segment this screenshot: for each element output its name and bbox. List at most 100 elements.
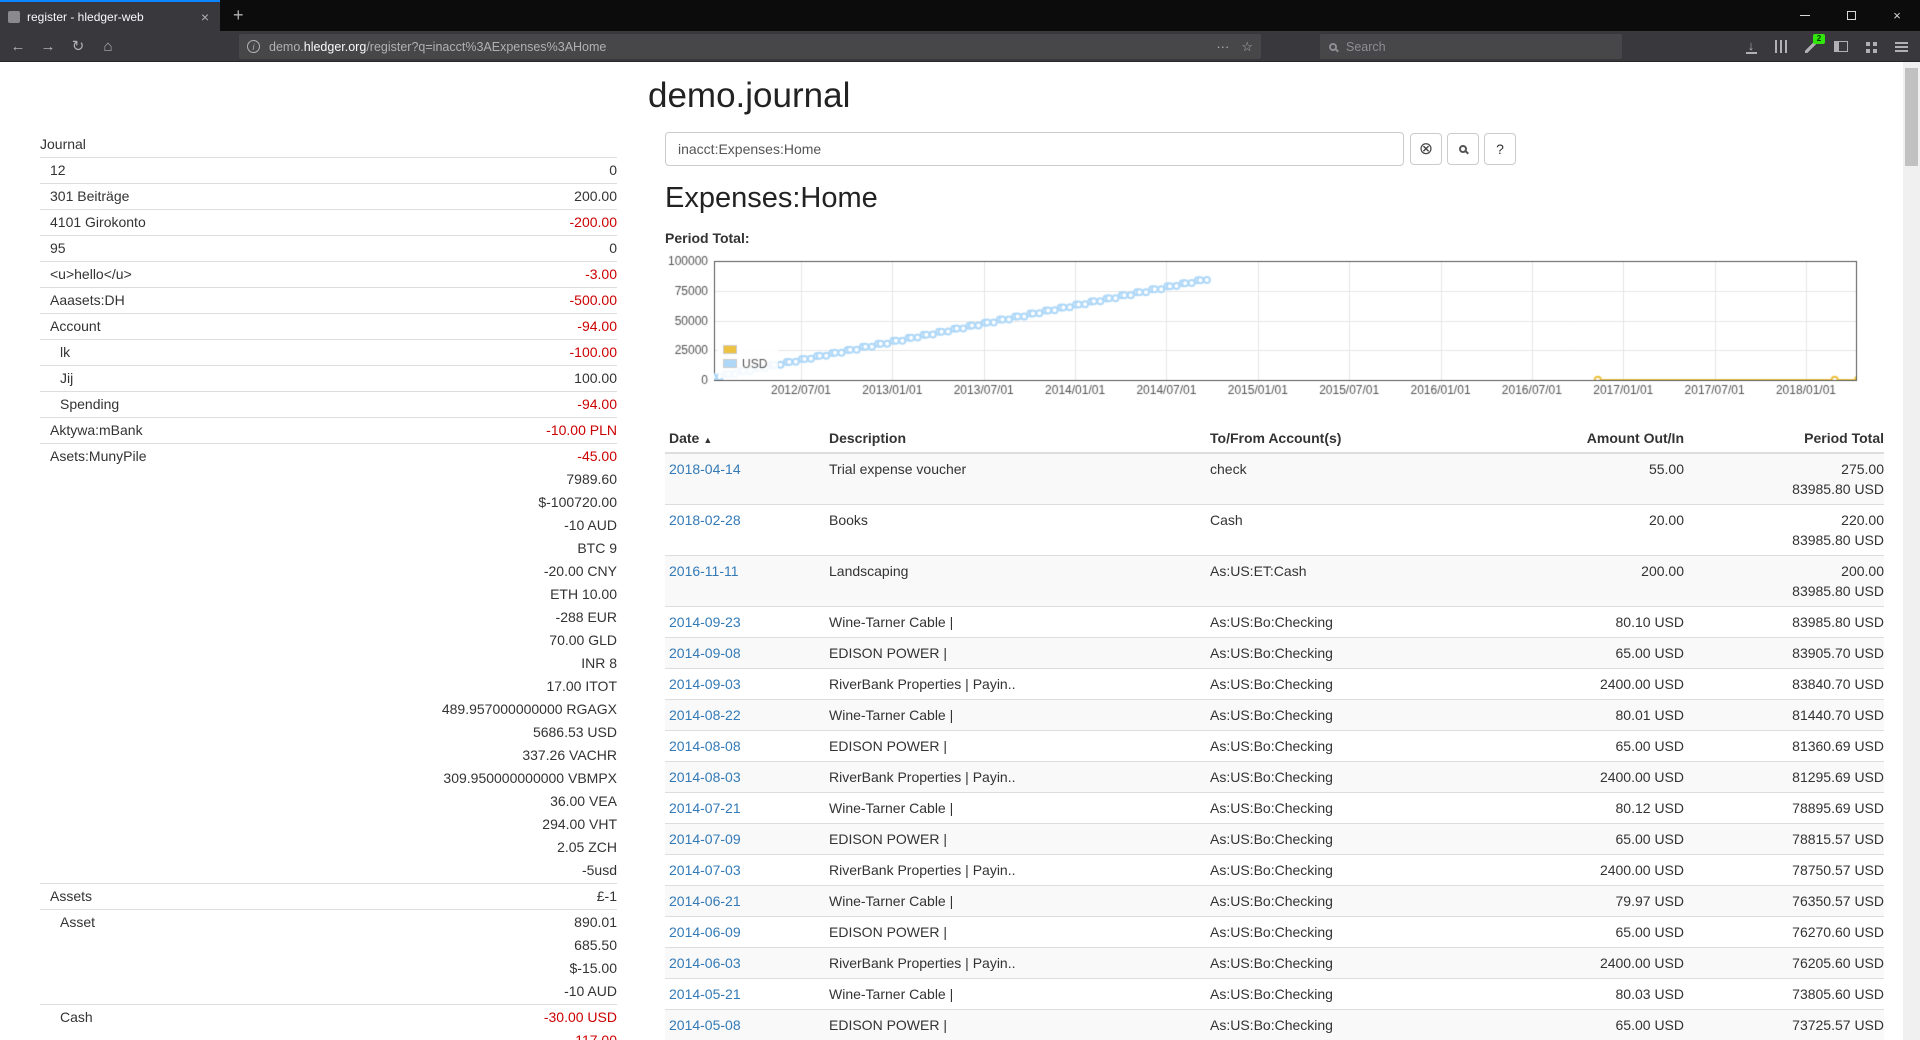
description-cell: EDISON POWER | (825, 824, 1206, 855)
account-cell: As:US:Bo:Checking (1206, 979, 1516, 1010)
column-header-date[interactable]: Date▲ (665, 424, 825, 453)
account-link[interactable]: Aaasets:DH (40, 289, 125, 312)
back-button[interactable]: ← (4, 31, 32, 61)
date-link[interactable]: 2014-06-09 (669, 924, 741, 940)
period-total-cell: 83905.70 USD (1684, 638, 1884, 669)
balance-line: -30.00 USD (544, 1006, 617, 1029)
balance-line: 337.26 VACHR (442, 744, 617, 767)
account-link[interactable]: 301 Beiträge (40, 185, 129, 208)
account-link[interactable]: 12 (40, 159, 66, 182)
column-header-description[interactable]: Description (825, 424, 1206, 453)
date-link[interactable]: 2014-07-21 (669, 800, 741, 816)
date-link[interactable]: 2014-08-03 (669, 769, 741, 785)
account-link[interactable]: Account (40, 315, 101, 338)
column-header-account[interactable]: To/From Account(s) (1206, 424, 1516, 453)
maximize-icon (1847, 11, 1856, 20)
library-button[interactable] (1766, 31, 1796, 62)
apps-button[interactable] (1856, 31, 1886, 62)
help-button[interactable]: ? (1484, 133, 1516, 165)
account-cell: As:US:Bo:Checking (1206, 855, 1516, 886)
account-link[interactable]: <u>hello</u> (40, 263, 132, 286)
downloads-button[interactable]: ↓ (1736, 31, 1766, 62)
account-link[interactable]: Jij (40, 367, 73, 390)
account-balance: -100.00 (570, 341, 617, 364)
maximize-button[interactable] (1828, 0, 1874, 31)
new-tab-button[interactable]: + (220, 0, 257, 31)
minimize-button[interactable] (1782, 0, 1828, 31)
account-cell: As:US:Bo:Checking (1206, 669, 1516, 700)
reload-button[interactable]: ↻ (64, 31, 92, 61)
account-balance: -30.00 USD-117.00 (544, 1006, 617, 1040)
scrollbar-thumb[interactable] (1905, 68, 1918, 166)
menu-button[interactable] (1886, 31, 1916, 62)
date-link[interactable]: 2014-05-08 (669, 1017, 741, 1033)
sidebar-account-row: <u>hello</u> -3.00 (40, 261, 617, 287)
column-header-amount[interactable]: Amount Out/In (1516, 424, 1684, 453)
account-link[interactable]: 4101 Girokonto (40, 211, 146, 234)
account-link[interactable]: Aktywa:mBank (40, 419, 143, 442)
browser-tab[interactable]: register - hledger-web × (0, 0, 220, 31)
site-info-icon[interactable]: i (247, 40, 260, 53)
date-link[interactable]: 2014-07-03 (669, 862, 741, 878)
url-bar[interactable]: i demo.hledger.org/register?q=inacct%3AE… (239, 34, 1261, 59)
extension-button[interactable]: 2 (1796, 31, 1826, 62)
account-link[interactable]: Assets (40, 885, 92, 908)
period-total-chart (650, 245, 1880, 405)
account-balance: 890.01685.50$-15.00-10 AUD (564, 911, 617, 1003)
sidebar-journal-link[interactable]: Journal (40, 132, 617, 157)
date-link[interactable]: 2014-09-23 (669, 614, 741, 630)
amount-cell: 65.00 USD (1516, 917, 1684, 948)
sidebar-account-row: 12 0 (40, 157, 617, 183)
table-row: 2018-02-28 Books Cash 20.00 220.00 83985… (665, 505, 1884, 556)
date-link[interactable]: 2014-09-03 (669, 676, 741, 692)
balance-line: $-100720.00 (442, 491, 617, 514)
balance-line: -10 AUD (442, 514, 617, 537)
description-cell: EDISON POWER | (825, 917, 1206, 948)
account-link[interactable]: lk (40, 341, 70, 364)
column-header-period-total[interactable]: Period Total (1684, 424, 1884, 453)
period-total-label: Period Total: (665, 230, 750, 246)
date-link[interactable]: 2014-05-21 (669, 986, 741, 1002)
period-total-cell: 83840.70 USD (1684, 669, 1884, 700)
submit-search-button[interactable] (1447, 133, 1479, 165)
date-link[interactable]: 2014-06-03 (669, 955, 741, 971)
account-balance: -500.00 (570, 289, 617, 312)
browser-search-bar[interactable]: Search (1320, 34, 1622, 59)
balance-line: -3.00 (585, 263, 617, 286)
tab-title: register - hledger-web (27, 10, 198, 24)
date-link[interactable]: 2014-08-08 (669, 738, 741, 754)
description-cell: RiverBank Properties | Payin.. (825, 948, 1206, 979)
query-input[interactable] (665, 132, 1404, 166)
sidebars-button[interactable] (1826, 31, 1856, 62)
download-icon: ↓ (1746, 39, 1757, 54)
magnifier-icon (1459, 145, 1467, 153)
bookmark-star-icon[interactable]: ☆ (1241, 39, 1253, 55)
date-link[interactable]: 2014-06-21 (669, 893, 741, 909)
date-link[interactable]: 2014-08-22 (669, 707, 741, 723)
period-total-cell: 73805.60 USD (1684, 979, 1884, 1010)
account-link[interactable]: Cash (40, 1006, 93, 1029)
date-link[interactable]: 2014-09-08 (669, 645, 741, 661)
page-scrollbar[interactable] (1903, 62, 1920, 1040)
account-link[interactable]: Asset (40, 911, 95, 934)
date-link[interactable]: 2016-11-11 (669, 563, 739, 579)
table-row: 2014-06-03 RiverBank Properties | Payin.… (665, 948, 1884, 979)
balance-line: ETH 10.00 (442, 583, 617, 606)
tab-close-icon[interactable]: × (198, 9, 212, 25)
balance-line: 2.05 ZCH (442, 836, 617, 859)
date-link[interactable]: 2018-04-14 (669, 461, 741, 477)
account-link[interactable]: 95 (40, 237, 66, 260)
home-button[interactable]: ⌂ (94, 31, 122, 61)
date-link[interactable]: 2014-07-09 (669, 831, 741, 847)
sort-asc-icon: ▲ (703, 435, 712, 445)
page-actions-icon[interactable]: ··· (1216, 39, 1229, 54)
date-link[interactable]: 2018-02-28 (669, 512, 741, 528)
table-row: 2014-08-08 EDISON POWER | As:US:Bo:Check… (665, 731, 1884, 762)
balance-line: 200.00 (574, 185, 617, 208)
account-link[interactable]: Asets:MunyPile (40, 445, 146, 468)
clear-query-button[interactable]: ⊗ (1410, 133, 1442, 165)
journal-title: demo.journal (648, 76, 850, 116)
forward-button[interactable]: → (34, 31, 62, 61)
account-link[interactable]: Spending (40, 393, 119, 416)
window-close-button[interactable]: × (1874, 0, 1920, 31)
